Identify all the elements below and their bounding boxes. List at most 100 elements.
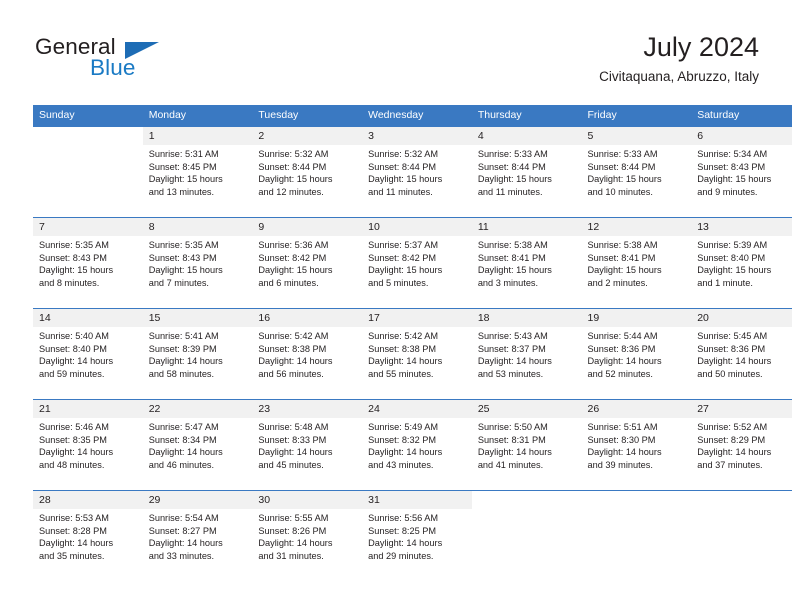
day-sun-info: Sunrise: 5:42 AM Sunset: 8:38 PM Daylight:…: [252, 327, 362, 380]
day-info-line: Daylight: 14 hours: [148, 356, 223, 367]
day-info-line: Sunset: 8:45 PM: [148, 161, 217, 172]
calendar-day-cell[interactable]: 3 Sunrise: 5:32 AM Sunset: 8:44 PM Daylight…: [362, 127, 472, 218]
general-blue-logo[interactable]: General Blue: [33, 34, 233, 90]
day-sun-info: Sunrise: 5:48 AM Sunset: 8:33 PM Daylight:…: [252, 418, 362, 471]
day-info-line: Daylight: 15 hours: [697, 174, 772, 185]
day-info-line: Sunset: 8:32 PM: [368, 434, 437, 445]
calendar-day-cell[interactable]: 1 Sunrise: 5:31 AM Sunset: 8:45 PM Daylight…: [142, 127, 253, 218]
weekday-header-tuesday: Tuesday: [252, 105, 363, 127]
day-sun-info: Sunrise: 5:46 AM Sunset: 8:35 PM Daylight:…: [33, 418, 143, 471]
weekday-header-wednesday: Wednesday: [362, 105, 472, 127]
calendar-day-cell[interactable]: 7 Sunrise: 5:35 AM Sunset: 8:43 PM Daylight…: [33, 217, 143, 309]
calendar-day-cell[interactable]: 22 Sunrise: 5:47 AM Sunset: 8:34 PM Dayligh…: [142, 399, 253, 491]
day-sun-info: Sunrise: 5:55 AM Sunset: 8:26 PM Daylight:…: [252, 509, 362, 562]
day-info-line: Sunset: 8:30 PM: [587, 434, 656, 445]
day-cell-inner: 3 Sunrise: 5:32 AM Sunset: 8:44 PM Daylight…: [362, 127, 472, 217]
calendar-day-cell[interactable]: 8 Sunrise: 5:35 AM Sunset: 8:43 PM Daylight…: [142, 217, 253, 309]
day-sun-info: Sunrise: 5:45 AM Sunset: 8:36 PM Daylight:…: [691, 327, 792, 380]
day-number: 5: [581, 127, 692, 145]
day-cell-inner: 27 Sunrise: 5:52 AM Sunset: 8:29 PM Dayligh…: [691, 400, 792, 490]
calendar-day-cell[interactable]: 27 Sunrise: 5:52 AM Sunset: 8:29 PM Dayligh…: [691, 399, 792, 491]
title-block: July 2024 Civitaquana, Abruzzo, Italy: [599, 30, 759, 86]
day-info-line: Sunrise: 5:47 AM: [148, 422, 219, 432]
calendar-day-cell[interactable]: 24 Sunrise: 5:49 AM Sunset: 8:32 PM Dayligh…: [362, 399, 472, 491]
day-number: 1: [142, 127, 253, 145]
day-info-line: Sunrise: 5:40 AM: [39, 331, 109, 341]
calendar-day-cell[interactable]: 30 Sunrise: 5:55 AM Sunset: 8:26 PM Dayligh…: [252, 490, 363, 581]
day-cell-inner: 12 Sunrise: 5:38 AM Sunset: 8:41 PM Dayligh…: [581, 218, 692, 308]
day-info-line: Sunrise: 5:31 AM: [148, 149, 219, 159]
day-cell-inner: 28 Sunrise: 5:53 AM Sunset: 8:28 PM Dayligh…: [33, 491, 143, 581]
day-info-line: Sunset: 8:26 PM: [258, 525, 327, 536]
calendar-day-cell[interactable]: 19 Sunrise: 5:44 AM Sunset: 8:36 PM Dayligh…: [581, 308, 692, 400]
calendar-day-cell[interactable]: 12 Sunrise: 5:38 AM Sunset: 8:41 PM Dayligh…: [581, 217, 692, 309]
calendar-day-cell[interactable]: 18 Sunrise: 5:43 AM Sunset: 8:37 PM Dayligh…: [471, 308, 582, 400]
day-info-line: Sunrise: 5:46 AM: [39, 422, 109, 432]
calendar-day-cell[interactable]: 4 Sunrise: 5:33 AM Sunset: 8:44 PM Daylight…: [471, 127, 582, 218]
calendar-day-cell[interactable]: 25 Sunrise: 5:50 AM Sunset: 8:31 PM Dayligh…: [471, 399, 582, 491]
calendar-day-cell[interactable]: 9 Sunrise: 5:36 AM Sunset: 8:42 PM Daylight…: [252, 217, 363, 309]
calendar-day-cell[interactable]: 23 Sunrise: 5:48 AM Sunset: 8:33 PM Dayligh…: [252, 399, 363, 491]
calendar-day-cell[interactable]: 5 Sunrise: 5:33 AM Sunset: 8:44 PM Daylight…: [581, 127, 692, 218]
day-info-line: Sunrise: 5:49 AM: [368, 422, 439, 432]
calendar-day-cell[interactable]: 26 Sunrise: 5:51 AM Sunset: 8:30 PM Dayligh…: [581, 399, 692, 491]
calendar-day-cell-empty: [33, 127, 143, 218]
calendar-week-row: 14 Sunrise: 5:40 AM Sunset: 8:40 PM Dayligh…: [33, 308, 792, 400]
day-info-line: and 50 minutes.: [697, 368, 763, 379]
day-info-line: and 59 minutes.: [39, 368, 105, 379]
day-info-line: Daylight: 14 hours: [587, 447, 662, 458]
calendar-day-cell[interactable]: 15 Sunrise: 5:41 AM Sunset: 8:39 PM Dayligh…: [142, 308, 253, 400]
day-info-line: Sunrise: 5:37 AM: [368, 240, 439, 250]
day-cell-inner: 25 Sunrise: 5:50 AM Sunset: 8:31 PM Dayligh…: [471, 400, 582, 490]
day-info-line: Sunrise: 5:50 AM: [477, 422, 548, 432]
day-cell-inner: [581, 491, 692, 581]
calendar-day-cell[interactable]: 29 Sunrise: 5:54 AM Sunset: 8:27 PM Dayligh…: [142, 490, 253, 581]
day-info-line: Sunset: 8:44 PM: [477, 161, 546, 172]
day-info-line: and 29 minutes.: [368, 550, 434, 561]
calendar-day-cell[interactable]: 31 Sunrise: 5:56 AM Sunset: 8:25 PM Dayligh…: [362, 490, 472, 581]
day-info-line: Sunset: 8:28 PM: [39, 525, 107, 536]
calendar-body: 1 Sunrise: 5:31 AM Sunset: 8:45 PM Daylight…: [33, 127, 792, 581]
calendar-day-cell[interactable]: 10 Sunrise: 5:37 AM Sunset: 8:42 PM Dayligh…: [362, 217, 472, 309]
day-info-line: Daylight: 14 hours: [697, 356, 772, 367]
calendar-day-cell[interactable]: 2 Sunrise: 5:32 AM Sunset: 8:44 PM Daylight…: [252, 127, 363, 218]
day-cell-inner: 23 Sunrise: 5:48 AM Sunset: 8:33 PM Dayligh…: [252, 400, 363, 490]
day-sun-info: Sunrise: 5:32 AM Sunset: 8:44 PM Daylight:…: [362, 145, 472, 198]
calendar-day-cell[interactable]: 28 Sunrise: 5:53 AM Sunset: 8:28 PM Dayligh…: [33, 490, 143, 581]
day-info-line: Sunrise: 5:33 AM: [587, 149, 658, 159]
day-info-line: Sunrise: 5:33 AM: [477, 149, 548, 159]
day-number: 20: [691, 309, 792, 327]
day-info-line: Daylight: 15 hours: [587, 265, 662, 276]
day-info-line: Daylight: 14 hours: [39, 356, 114, 367]
day-sun-info: Sunrise: 5:49 AM Sunset: 8:32 PM Daylight:…: [362, 418, 472, 471]
calendar-day-cell[interactable]: 21 Sunrise: 5:46 AM Sunset: 8:35 PM Dayligh…: [33, 399, 143, 491]
day-info-line: Sunset: 8:43 PM: [148, 252, 217, 263]
calendar-day-cell[interactable]: 6 Sunrise: 5:34 AM Sunset: 8:43 PM Daylight…: [691, 127, 792, 218]
day-sun-info: Sunrise: 5:36 AM Sunset: 8:42 PM Daylight:…: [252, 236, 362, 289]
day-cell-inner: 24 Sunrise: 5:49 AM Sunset: 8:32 PM Dayligh…: [362, 400, 472, 490]
day-cell-inner: 8 Sunrise: 5:35 AM Sunset: 8:43 PM Daylight…: [142, 218, 253, 308]
day-info-line: Sunset: 8:40 PM: [697, 252, 766, 263]
day-info-line: Daylight: 15 hours: [39, 265, 114, 276]
day-info-line: Sunrise: 5:55 AM: [258, 513, 329, 523]
day-info-line: Daylight: 14 hours: [258, 356, 333, 367]
calendar-day-cell[interactable]: 13 Sunrise: 5:39 AM Sunset: 8:40 PM Dayligh…: [691, 217, 792, 309]
day-info-line: Sunset: 8:27 PM: [148, 525, 217, 536]
day-number: 23: [252, 400, 363, 418]
weekday-header-friday: Friday: [581, 105, 692, 127]
calendar-day-cell[interactable]: 16 Sunrise: 5:42 AM Sunset: 8:38 PM Dayligh…: [252, 308, 363, 400]
calendar-day-cell[interactable]: 14 Sunrise: 5:40 AM Sunset: 8:40 PM Dayligh…: [33, 308, 143, 400]
day-number: 6: [691, 127, 792, 145]
calendar-day-cell[interactable]: 11 Sunrise: 5:38 AM Sunset: 8:41 PM Dayligh…: [471, 217, 582, 309]
calendar-week-row: 1 Sunrise: 5:31 AM Sunset: 8:45 PM Daylight…: [33, 127, 792, 218]
calendar-day-cell[interactable]: 17 Sunrise: 5:42 AM Sunset: 8:38 PM Dayligh…: [362, 308, 472, 400]
day-info-line: Daylight: 14 hours: [368, 538, 443, 549]
day-info-line: Daylight: 14 hours: [258, 447, 333, 458]
day-info-line: and 2 minutes.: [587, 277, 648, 288]
day-sun-info: Sunrise: 5:37 AM Sunset: 8:42 PM Daylight:…: [362, 236, 472, 289]
day-info-line: Sunset: 8:41 PM: [477, 252, 546, 263]
day-cell-inner: [471, 491, 582, 581]
calendar-day-cell[interactable]: 20 Sunrise: 5:45 AM Sunset: 8:36 PM Dayligh…: [691, 308, 792, 400]
day-info-line: and 58 minutes.: [148, 368, 215, 379]
calendar-page: General Blue July 2024 Civitaquana, Abru…: [0, 0, 792, 612]
